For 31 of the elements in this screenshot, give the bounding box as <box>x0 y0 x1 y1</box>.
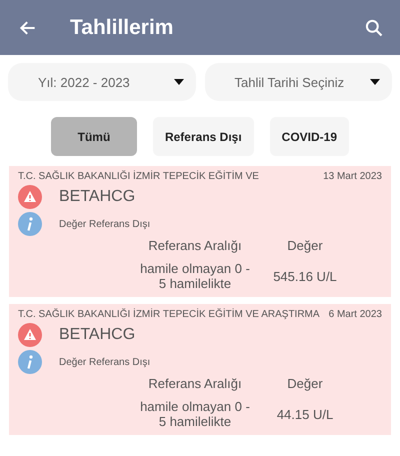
filter-button[interactable]: Referans Dışı <box>152 117 254 156</box>
screen-title: Tahlillerim <box>70 16 174 40</box>
info-icon <box>18 350 42 374</box>
result-date: 13 Mart 2023 <box>323 171 382 182</box>
dropdown[interactable]: Tahlil Tarihi Seçiniz <box>204 63 392 101</box>
warning-icon <box>18 323 42 347</box>
test-name: BETAHCG <box>59 326 136 344</box>
column-header: Referans Aralığı <box>147 376 243 391</box>
result-value: 44.15 U/L <box>276 406 334 422</box>
result-value: 545.16 U/L <box>272 268 338 284</box>
filter-button[interactable]: Tümü <box>50 117 137 156</box>
result-card[interactable]: T.C. SAĞLIK BAKANLIĞI İZMİR TEPECİK EĞİTİM VE ARAŞTIRMA 6 Mart 2023 BETAHCG Değer Referans Dışı Referans Aralığı Değer hamile olmayan 0 - 5 hamilelikte 44.15 U/L <box>9 304 391 435</box>
reference-range: hamile olmayan 0 - 5 hamilelikte <box>139 261 251 291</box>
search-icon[interactable] <box>364 18 384 38</box>
status-text: Değer Referans Dışı <box>59 218 150 230</box>
dropdown[interactable]: Yıl: 2022 - 2023 <box>8 63 196 101</box>
reference-range: hamile olmayan 0 - 5 hamilelikte <box>139 399 251 429</box>
result-date: 6 Mart 2023 <box>328 309 382 320</box>
status-text: Değer Referans Dışı <box>59 356 150 368</box>
institution-name: T.C. SAĞLIK BAKANLIĞI İZMİR TEPECİK EĞİTİM VE ARAŞTIRMA <box>18 309 320 320</box>
test-name: BETAHCG <box>59 188 136 206</box>
column-header: Değer <box>286 376 324 391</box>
caret-icon <box>174 79 184 85</box>
info-icon <box>18 212 42 236</box>
filter-button[interactable]: COVID-19 <box>270 117 350 156</box>
institution-name: T.C. SAĞLIK BAKANLIĞI İZMİR TEPECİK EĞİTİM VE <box>18 171 259 182</box>
warning-icon <box>18 185 42 209</box>
result-card[interactable]: T.C. SAĞLIK BAKANLIĞI İZMİR TEPECİK EĞİTİM VE 13 Mart 2023 BETAHCG Değer Referans Dışı Referans Aralığı Değer hamile olmayan 0 - 5 hamilelikte 545.16 U/L <box>9 166 391 297</box>
column-header: Referans Aralığı <box>147 238 243 253</box>
caret-icon <box>370 79 380 85</box>
column-header: Değer <box>286 238 324 253</box>
